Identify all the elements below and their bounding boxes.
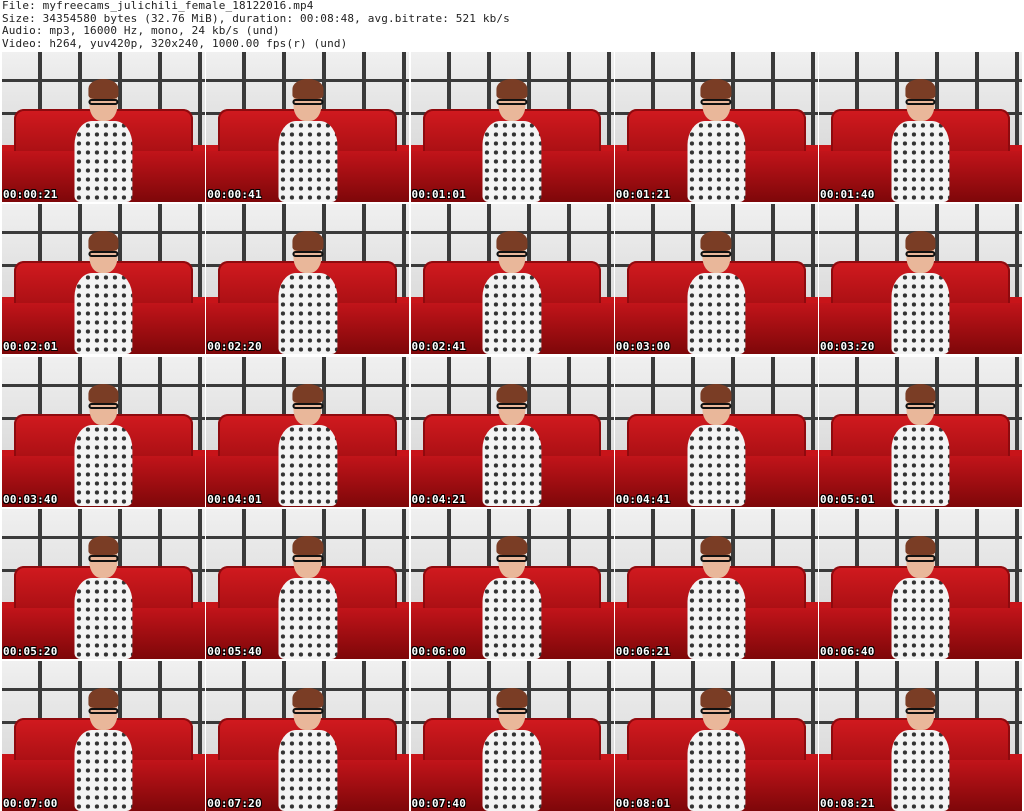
- person-figure: [882, 231, 959, 355]
- person-figure: [269, 688, 346, 811]
- person-figure: [678, 688, 755, 811]
- video-thumbnail: 00:00:21: [2, 52, 205, 202]
- thumbnail-timestamp: 00:04:21: [411, 492, 467, 506]
- person-figure: [269, 383, 346, 507]
- thumbnail-timestamp: 00:08:21: [820, 797, 875, 810]
- video-thumbnail: 00:08:21: [819, 661, 1022, 811]
- video-thumbnail: 00:06:40: [819, 508, 1022, 659]
- thumbnail-grid: 00:00:21 00:00:41 00:01:01 00:01:21 00:01:40…: [2, 52, 1022, 811]
- person-figure: [678, 79, 755, 202]
- thumbnail-timestamp: 00:02:41: [411, 340, 467, 354]
- thumbnail-timestamp: 00:07:40: [411, 797, 467, 810]
- video-thumbnail: 00:03:40: [2, 356, 205, 507]
- person-figure: [678, 535, 755, 659]
- person-figure: [473, 688, 550, 811]
- thumbnail-timestamp: 00:02:20: [207, 340, 262, 354]
- thumbnail-timestamp: 00:07:20: [207, 797, 262, 810]
- person-figure: [269, 79, 346, 202]
- thumbnail-timestamp: 00:06:00: [411, 644, 467, 658]
- file-info-header: File: myfreecams_julichili_female_181220…: [2, 0, 1022, 52]
- person-figure: [65, 535, 142, 659]
- video-thumbnail: 00:00:41: [206, 52, 410, 202]
- thumbnail-timestamp: 00:08:01: [615, 797, 671, 810]
- person-figure: [473, 383, 550, 507]
- thumbnail-timestamp: 00:01:40: [820, 188, 875, 201]
- person-figure: [882, 79, 959, 202]
- thumbnail-timestamp: 00:05:40: [207, 644, 262, 658]
- thumbnail-timestamp: 00:04:41: [615, 492, 671, 506]
- video-thumbnail: 00:07:40: [410, 661, 614, 811]
- thumbnail-timestamp: 00:00:21: [3, 188, 58, 201]
- video-info-line: Video: h264, yuv420p, 320x240, 1000.00 f…: [2, 36, 348, 50]
- person-figure: [269, 231, 346, 355]
- person-figure: [65, 383, 142, 507]
- video-thumbnail: 00:06:00: [410, 508, 614, 659]
- person-figure: [473, 535, 550, 659]
- person-figure: [678, 231, 755, 355]
- person-figure: [473, 79, 550, 202]
- video-thumbnail: 00:08:01: [614, 661, 818, 811]
- video-thumbnail: 00:02:20: [206, 204, 410, 355]
- video-thumbnail: 00:02:01: [2, 204, 205, 355]
- video-thumbnail: 00:04:21: [410, 356, 614, 507]
- thumbnail-timestamp: 00:01:21: [615, 188, 671, 201]
- video-thumbnail: 00:05:01: [819, 356, 1022, 507]
- thumbnail-timestamp: 00:04:01: [207, 492, 262, 506]
- video-thumbnail: 00:01:01: [410, 52, 614, 202]
- thumbnail-timestamp: 00:07:00: [3, 797, 58, 810]
- person-figure: [678, 383, 755, 507]
- person-figure: [473, 231, 550, 355]
- video-thumbnail: 00:07:00: [2, 661, 205, 811]
- video-thumbnail: 00:01:40: [819, 52, 1022, 202]
- video-thumbnail: 00:03:00: [614, 204, 818, 355]
- video-thumbnail: 00:07:20: [206, 661, 410, 811]
- thumbnail-timestamp: 00:00:41: [207, 188, 262, 201]
- audio-info-line: Audio: mp3, 16000 Hz, mono, 24 kb/s (und…: [2, 24, 280, 37]
- person-figure: [65, 231, 142, 355]
- thumbnail-timestamp: 00:03:00: [615, 340, 671, 354]
- thumbnail-timestamp: 00:06:40: [820, 644, 875, 658]
- thumbnail-timestamp: 00:03:20: [820, 340, 875, 354]
- person-figure: [269, 535, 346, 659]
- thumbnail-timestamp: 00:05:01: [820, 492, 875, 506]
- thumbnail-timestamp: 00:06:21: [615, 644, 671, 658]
- person-figure: [882, 535, 959, 659]
- video-thumbnail: 00:04:01: [206, 356, 410, 507]
- thumbnail-timestamp: 00:03:40: [3, 492, 58, 506]
- video-thumbnail: 00:06:21: [614, 508, 818, 659]
- video-thumbnail: 00:01:21: [614, 52, 818, 202]
- thumbnail-timestamp: 00:05:20: [3, 644, 58, 658]
- video-thumbnail: 00:05:20: [2, 508, 205, 659]
- thumbnail-timestamp: 00:01:01: [411, 188, 467, 201]
- person-figure: [882, 688, 959, 811]
- person-figure: [882, 383, 959, 507]
- person-figure: [65, 79, 142, 202]
- video-thumbnail: 00:02:41: [410, 204, 614, 355]
- video-thumbnail: 00:05:40: [206, 508, 410, 659]
- person-figure: [65, 688, 142, 811]
- video-thumbnail: 00:03:20: [819, 204, 1022, 355]
- thumbnail-timestamp: 00:02:01: [3, 340, 58, 354]
- video-thumbnail: 00:04:41: [614, 356, 818, 507]
- file-name-line: File: myfreecams_julichili_female_181220…: [2, 0, 314, 12]
